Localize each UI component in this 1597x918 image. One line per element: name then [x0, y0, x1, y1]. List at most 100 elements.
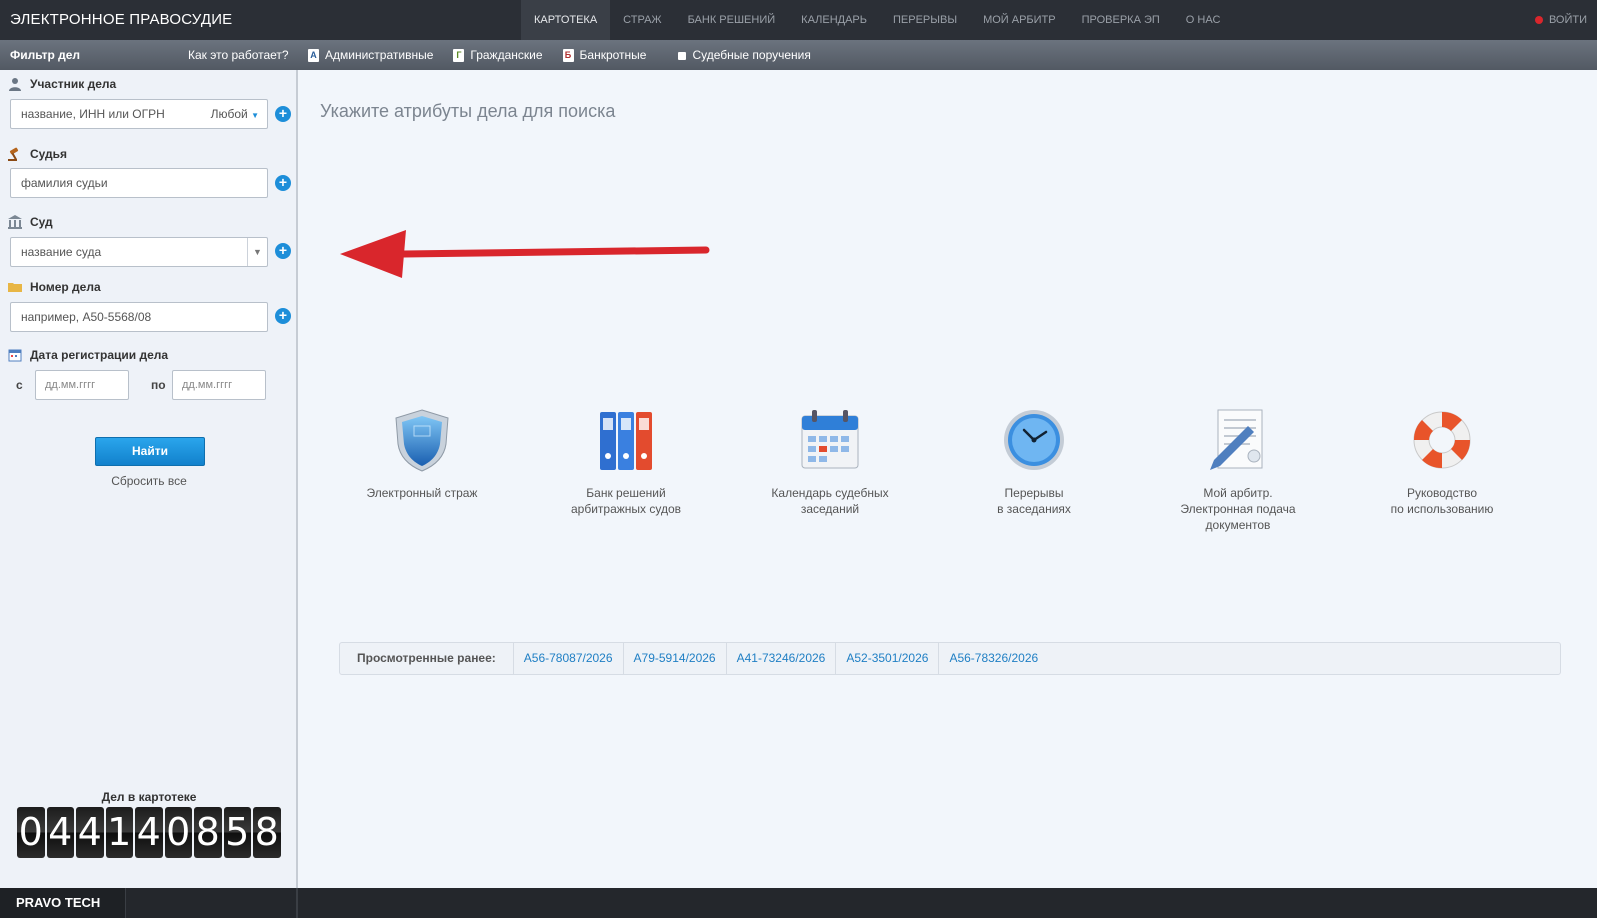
login-link[interactable]: ВОЙТИ [1534, 0, 1587, 40]
case-type-court-orders[interactable]: Судебные поручения [678, 46, 811, 64]
date-to-input[interactable]: дд.мм.гггг [172, 370, 266, 400]
registration-date-section-label: Дата регистрации дела [8, 348, 168, 362]
counter-digit: 8 [194, 807, 222, 858]
nav-item-pereryvy[interactable]: ПЕРЕРЫВЫ [880, 0, 970, 40]
add-court-button[interactable]: + [275, 243, 291, 259]
service-label: Календарь судебных [771, 486, 889, 500]
lifebuoy-icon [1413, 411, 1471, 469]
court-building-icon [8, 215, 22, 229]
court-select[interactable]: название суда ▼ [10, 237, 268, 267]
case-type-administrative[interactable]: A Административные [308, 46, 433, 64]
recent-case-link[interactable]: А56-78326/2026 [939, 642, 1048, 675]
nav-item-strazh[interactable]: СТРАЖ [610, 0, 674, 40]
service-label: арбитражных судов [570, 502, 682, 516]
chevron-down-icon: ▼ [251, 111, 259, 120]
nav-item-kartoteka[interactable]: КАРТОТЕКА [521, 0, 611, 40]
service-decisions-bank[interactable]: Банк решений арбитражных судов [541, 408, 711, 517]
date-to-label: по [151, 378, 166, 392]
judge-input[interactable]: фамилия судьи [10, 168, 268, 198]
service-label: Электронная подача [1180, 502, 1296, 516]
service-label: Банк решений [586, 486, 666, 500]
page-title: Укажите атрибуты дела для поиска [320, 101, 616, 121]
login-label: ВОЙТИ [1548, 14, 1587, 26]
recently-viewed-label: Просмотренные ранее: [340, 642, 514, 675]
main-content: Укажите атрибуты дела для поиска Электро… [298, 70, 1597, 888]
nav-item-moy-arbitr[interactable]: МОЙ АРБИТР [970, 0, 1069, 40]
reset-all-link[interactable]: Сбросить все [0, 474, 298, 488]
recent-case-link[interactable]: А56-78087/2026 [514, 642, 624, 675]
bankruptcy-icon: Б [562, 48, 574, 62]
recent-case-link[interactable]: А52-3501/2026 [836, 642, 940, 675]
counter-digit: 0 [164, 807, 192, 858]
calendar-icon [801, 410, 859, 469]
service-label: в заседаниях [997, 502, 1071, 516]
participant-input[interactable]: название, ИНН или ОГРН Любой ▼ [10, 99, 268, 129]
case-number-input[interactable]: например, А50-5568/08 [10, 302, 268, 332]
clock-icon [1004, 410, 1064, 470]
shield-icon [395, 409, 449, 472]
folder-icon [8, 283, 22, 292]
judge-section-label: Судья [8, 147, 67, 161]
folders-icon [600, 412, 652, 470]
counter-digit: 8 [253, 807, 281, 858]
case-type-bankruptcy[interactable]: Б Банкротные [562, 46, 647, 64]
counter-digit: 5 [223, 807, 251, 858]
service-label: заседаний [800, 502, 860, 516]
recent-case-link[interactable]: А41-73246/2026 [727, 642, 837, 675]
case-counter: 0 4 4 1 4 0 8 5 8 [17, 807, 281, 858]
service-label: по использованию [1390, 502, 1494, 516]
case-type-filters: A Административные Г Гражданские Б Банкр… [308, 46, 811, 64]
recent-case-link[interactable]: А79-5914/2026 [624, 642, 727, 675]
case-number-section-label: Номер дела [8, 280, 101, 294]
service-label: Мой арбитр. [1203, 486, 1273, 500]
service-court-calendar[interactable]: Календарь судебных заседаний [745, 408, 915, 517]
filter-bar: Фильтр дел Как это работает? A Администр… [0, 40, 1597, 70]
date-from-input[interactable]: дд.мм.гггг [35, 370, 129, 400]
how-it-works-link[interactable]: Как это работает? [188, 48, 289, 62]
login-status-dot-icon [1534, 16, 1543, 24]
footer-divider [296, 888, 298, 918]
service-electronic-guard[interactable]: Электронный страж [337, 408, 507, 501]
nav-item-kalendar[interactable]: КАЛЕНДАРЬ [788, 0, 880, 40]
date-from-label: с [16, 378, 23, 392]
add-case-number-button[interactable]: + [275, 308, 291, 324]
find-button[interactable]: Найти [95, 437, 205, 466]
dropdown-arrow-icon: ▼ [247, 238, 267, 266]
service-label: документов [1205, 518, 1271, 532]
counter-digit: 4 [76, 807, 104, 858]
case-type-civil[interactable]: Г Гражданские [453, 46, 543, 64]
case-counter-label: Дел в картотеке [101, 790, 197, 804]
document-pen-icon [1210, 409, 1263, 470]
participant-role-select[interactable]: Любой ▼ [211, 100, 259, 130]
nav-item-bank-resheniy[interactable]: БАНК РЕШЕНИЙ [675, 0, 789, 40]
add-participant-button[interactable]: + [275, 106, 291, 122]
service-breaks[interactable]: Перерывы в заседаниях [949, 408, 1119, 517]
counter-digit: 1 [105, 807, 133, 858]
case-type-label: Гражданские [470, 48, 543, 62]
service-label: Перерывы [1004, 486, 1064, 500]
court-section-label: Суд [8, 215, 53, 229]
counter-digit: 4 [135, 807, 163, 858]
nav-item-o-nas[interactable]: О НАС [1173, 0, 1234, 40]
filter-sidebar: Участник дела название, ИНН или ОГРН Люб… [0, 70, 298, 888]
nav-item-proverka-ep[interactable]: ПРОВЕРКА ЭП [1069, 0, 1173, 40]
civil-icon: Г [453, 48, 465, 62]
person-icon [9, 78, 21, 91]
counter-digit: 4 [46, 807, 74, 858]
add-judge-button[interactable]: + [275, 175, 291, 191]
site-brand[interactable]: ЭЛЕКТРОННОЕ ПРАВОСУДИЕ [10, 11, 232, 28]
administrative-icon: A [308, 48, 319, 62]
service-user-guide[interactable]: Руководство по использованию [1357, 408, 1527, 517]
case-type-label: Административные [325, 48, 434, 62]
footer-brand[interactable]: PRAVO TECH [0, 888, 126, 918]
top-navigation-bar: ЭЛЕКТРОННОЕ ПРАВОСУДИЕ КАРТОТЕКА СТРАЖ Б… [0, 0, 1597, 40]
filter-title: Фильтр дел [10, 48, 81, 62]
service-label: Руководство [1406, 486, 1478, 500]
main-nav: КАРТОТЕКА СТРАЖ БАНК РЕШЕНИЙ КАЛЕНДАРЬ П… [521, 0, 1233, 40]
calendar-small-icon [8, 349, 22, 362]
court-orders-icon [678, 51, 687, 60]
service-my-arbitr[interactable]: Мой арбитр. Электронная подача документо… [1153, 408, 1323, 533]
participant-section-label: Участник дела [8, 77, 116, 91]
case-type-label: Судебные поручения [692, 48, 811, 62]
case-type-label: Банкротные [579, 48, 647, 62]
